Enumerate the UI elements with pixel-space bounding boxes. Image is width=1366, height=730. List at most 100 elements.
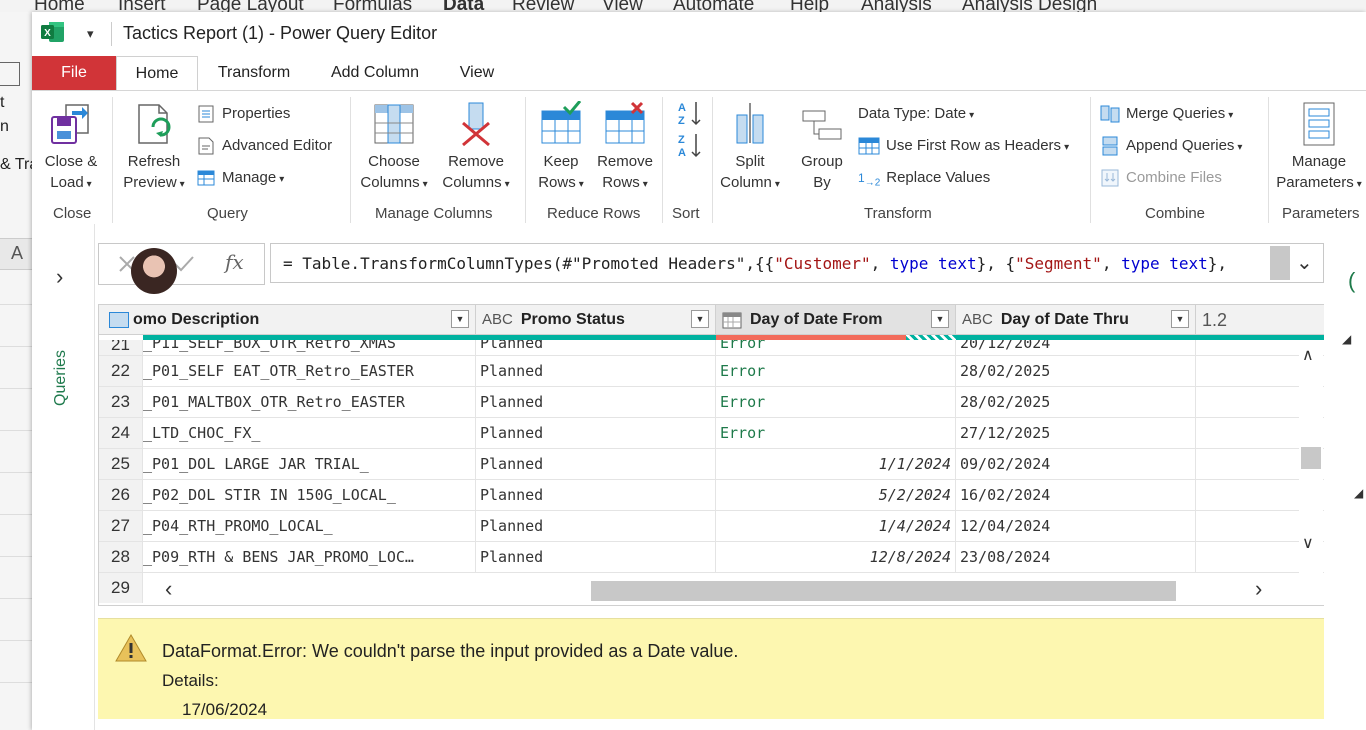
svg-text:A: A bbox=[678, 147, 686, 159]
svg-text:X: X bbox=[44, 28, 51, 39]
manage-parameters-label: Manage bbox=[1291, 153, 1347, 170]
split-column-label-2: Column bbox=[720, 174, 772, 191]
title-bar: X ▾ Tactics Report (1) - Power Query Edi… bbox=[32, 12, 1366, 56]
excel-fragment: t bbox=[0, 94, 5, 111]
queries-pane: › Queries bbox=[32, 224, 95, 730]
vertical-scroll-thumb[interactable] bbox=[1301, 447, 1321, 469]
filter-dropdown-icon[interactable]: ▼ bbox=[691, 310, 709, 328]
warning-icon bbox=[115, 633, 147, 662]
svg-text:A: A bbox=[678, 102, 686, 114]
properties-button[interactable]: Properties bbox=[196, 103, 290, 125]
excel-tab[interactable]: Automate bbox=[673, 0, 754, 12]
date-type-icon[interactable] bbox=[722, 311, 742, 329]
excel-tab[interactable]: View bbox=[602, 0, 643, 12]
remove-columns-icon bbox=[462, 102, 490, 147]
sort-descending-button[interactable]: ZA bbox=[676, 131, 704, 159]
tab-file[interactable]: File bbox=[32, 56, 116, 90]
window-title: Tactics Report (1) - Power Query Editor bbox=[123, 23, 438, 43]
manage-parameters-button[interactable]: Manage Parameters ▾ bbox=[1274, 101, 1364, 195]
text-type-icon[interactable]: ABC bbox=[482, 311, 513, 328]
vertical-scrollbar[interactable]: ∧ ∨ bbox=[1299, 341, 1323, 574]
data-type-dropdown[interactable]: Data Type: Date ▾ bbox=[858, 103, 974, 125]
close-load-label: Close & bbox=[44, 153, 98, 170]
sort-ascending-button[interactable]: AZ bbox=[676, 99, 704, 127]
excel-tab[interactable]: Formulas bbox=[333, 0, 412, 12]
group-label-parameters: Parameters bbox=[1282, 205, 1360, 222]
advanced-editor-button[interactable]: Advanced Editor bbox=[196, 135, 332, 157]
quick-access-dropdown-icon[interactable]: ▾ bbox=[87, 26, 94, 42]
use-first-row-as-headers-button[interactable]: Use First Row as Headers ▾ bbox=[858, 135, 1069, 157]
column-header-promo-status[interactable]: ABC Promo Status ▼ bbox=[476, 305, 716, 335]
close-and-load-button[interactable]: Close & Load ▾ bbox=[38, 101, 104, 195]
scroll-up-icon[interactable]: ∧ bbox=[1302, 345, 1314, 365]
expand-triangle-icon[interactable]: ◢ bbox=[1342, 332, 1351, 346]
scroll-left-icon[interactable]: ‹ bbox=[165, 576, 172, 602]
append-queries-button[interactable]: Append Queries ▾ bbox=[1100, 135, 1242, 157]
group-label-sort: Sort bbox=[672, 205, 700, 222]
column-header-promo-description[interactable]: omo Description ▼ bbox=[99, 305, 476, 335]
formula-scroll-thumb[interactable] bbox=[1270, 246, 1290, 280]
scroll-right-icon[interactable]: › bbox=[1255, 576, 1262, 602]
excel-tab[interactable]: Help bbox=[790, 0, 829, 12]
remove-columns-label: Remove bbox=[448, 153, 504, 170]
choose-columns-button[interactable]: Choose Columns ▾ bbox=[356, 101, 432, 195]
error-details-label: Details: bbox=[162, 671, 219, 690]
table-row: 26 _P02_DOL STIR IN 150G_LOCAL_ Planned … bbox=[99, 480, 1325, 511]
error-message: DataFormat.Error: We couldn't parse the … bbox=[162, 641, 739, 661]
excel-logo-icon: X bbox=[41, 22, 64, 42]
text-type-icon[interactable]: ABC bbox=[962, 311, 993, 328]
remove-rows-button[interactable]: Remove Rows ▾ bbox=[594, 101, 656, 195]
group-by-button[interactable]: Group By bbox=[790, 101, 854, 193]
combine-files-icon bbox=[1101, 169, 1119, 187]
excel-tab[interactable]: Review bbox=[512, 0, 574, 12]
remove-rows-label: Remove bbox=[597, 153, 653, 170]
group-by-label: Group bbox=[801, 153, 843, 170]
excel-tab[interactable]: Home bbox=[34, 0, 85, 12]
manage-table-icon bbox=[197, 170, 215, 186]
merge-queries-button[interactable]: Merge Queries ▾ bbox=[1100, 103, 1233, 125]
excel-tab[interactable]: Analysis Design bbox=[962, 0, 1097, 12]
column-header-day-of-date-thru[interactable]: ABC Day of Date Thru ▼ bbox=[956, 305, 1196, 335]
replace-values-button[interactable]: 1→2 Replace Values bbox=[858, 167, 990, 189]
manage-parameters-icon bbox=[1303, 102, 1335, 146]
excel-tab[interactable]: Page Layout bbox=[197, 0, 304, 12]
group-label-combine: Combine bbox=[1145, 205, 1206, 222]
refresh-preview-button[interactable]: Refresh Preview ▾ bbox=[118, 101, 190, 195]
column-header-number[interactable]: 1.2 bbox=[1196, 305, 1325, 335]
choose-columns-label-2: Columns bbox=[360, 174, 420, 191]
manage-button[interactable]: Manage ▾ bbox=[196, 167, 284, 189]
expand-formula-chevron-icon[interactable]: ⌄ bbox=[1296, 250, 1313, 275]
remove-columns-button[interactable]: Remove Columns ▾ bbox=[436, 101, 516, 195]
group-label-close: Close bbox=[53, 205, 92, 222]
expand-queries-chevron-icon[interactable]: › bbox=[56, 264, 63, 290]
split-column-button[interactable]: Split Column ▾ bbox=[718, 101, 782, 195]
keep-rows-button[interactable]: Keep Rows ▾ bbox=[532, 101, 590, 195]
user-avatar bbox=[131, 248, 177, 294]
excel-tab[interactable]: Data bbox=[443, 0, 484, 12]
fx-icon[interactable]: fx bbox=[225, 250, 244, 274]
filter-dropdown-icon[interactable]: ▼ bbox=[931, 310, 949, 328]
excel-tab[interactable]: Analysis bbox=[861, 0, 932, 12]
column-header-day-of-date-from[interactable]: Day of Date From ▼ bbox=[716, 305, 956, 335]
formula-input[interactable]: = Table.TransformColumnTypes(#"Promoted … bbox=[270, 243, 1324, 283]
excel-tab[interactable]: Insert bbox=[118, 0, 166, 12]
queries-pane-label[interactable]: Queries bbox=[52, 350, 70, 406]
advanced-editor-icon bbox=[198, 137, 214, 155]
horizontal-scrollbar[interactable]: ‹ › bbox=[143, 575, 1325, 603]
close-load-label-2: Load bbox=[50, 174, 84, 191]
refresh-label: Refresh bbox=[127, 153, 181, 170]
error-details-panel: DataFormat.Error: We couldn't parse the … bbox=[98, 618, 1324, 719]
filter-dropdown-icon[interactable]: ▼ bbox=[1171, 310, 1189, 328]
manage-parameters-label-2: Parameters bbox=[1276, 174, 1354, 191]
decimal-type-icon[interactable]: 1.2 bbox=[1202, 310, 1227, 330]
group-label-query: Query bbox=[207, 205, 248, 222]
tab-home[interactable]: Home bbox=[116, 56, 198, 92]
group-by-label-2: By bbox=[813, 174, 831, 191]
scroll-down-icon[interactable]: ∨ bbox=[1302, 533, 1314, 553]
horizontal-scroll-thumb[interactable] bbox=[591, 581, 1176, 601]
filter-dropdown-icon[interactable]: ▼ bbox=[451, 310, 469, 328]
replace-values-icon: 1→2 bbox=[858, 171, 881, 189]
table-row: 24 _LTD_CHOC_FX_ Planned Error 27/12/202… bbox=[99, 418, 1325, 449]
expand-triangle-icon[interactable]: ◢ bbox=[1354, 486, 1363, 500]
table-menu-icon[interactable] bbox=[109, 312, 129, 328]
